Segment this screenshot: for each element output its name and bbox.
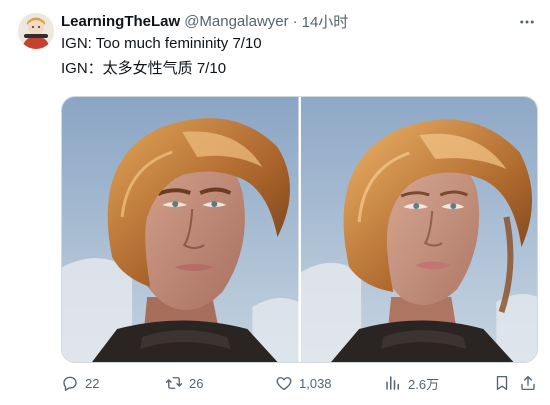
bookmark-button[interactable]: [493, 372, 511, 394]
reply-count: 22: [85, 375, 100, 391]
media-image-left[interactable]: [62, 97, 299, 362]
views-icon: [386, 376, 399, 390]
more-icon: [520, 20, 534, 24]
heart-icon: [276, 377, 292, 391]
more-options-button[interactable]: [516, 11, 538, 33]
views-count: 2.6万: [408, 376, 440, 392]
portrait-photo: [62, 97, 299, 362]
media-grid: [61, 96, 538, 363]
reply-icon: [63, 376, 77, 391]
media-image-right[interactable]: [300, 97, 537, 362]
retweet-button[interactable]: 26: [165, 372, 203, 394]
tweet-text-line-2: IGN：太多女性气质 7/10: [61, 60, 227, 77]
avatar[interactable]: [18, 13, 54, 49]
portrait-photo: [300, 97, 537, 362]
bookmark-icon: [496, 375, 508, 391]
tweet-text-line-1: IGN: Too much femininity 7/10: [61, 35, 262, 52]
reply-button[interactable]: 22: [61, 372, 99, 394]
handle[interactable]: @Mangalawyer: [184, 13, 288, 30]
like-count: 1,038: [299, 375, 332, 391]
timestamp[interactable]: 14小时: [302, 11, 349, 32]
retweet-icon: [165, 377, 183, 389]
tweet-header: LearningTheLaw @Mangalawyer · 14小时: [61, 11, 348, 31]
retweet-count: 26: [189, 375, 204, 391]
avatar-image: [18, 13, 54, 49]
like-button[interactable]: 1,038: [275, 372, 332, 394]
separator: ·: [292, 12, 298, 30]
share-button[interactable]: [519, 372, 537, 394]
display-name[interactable]: LearningTheLaw: [61, 13, 180, 30]
share-icon: [521, 375, 535, 391]
tweet[interactable]: LearningTheLaw @Mangalawyer · 14小时 IGN: …: [0, 0, 550, 405]
views-button[interactable]: 2.6万: [384, 372, 439, 394]
action-bar: 22 26 1,038 2.6万: [61, 372, 538, 394]
